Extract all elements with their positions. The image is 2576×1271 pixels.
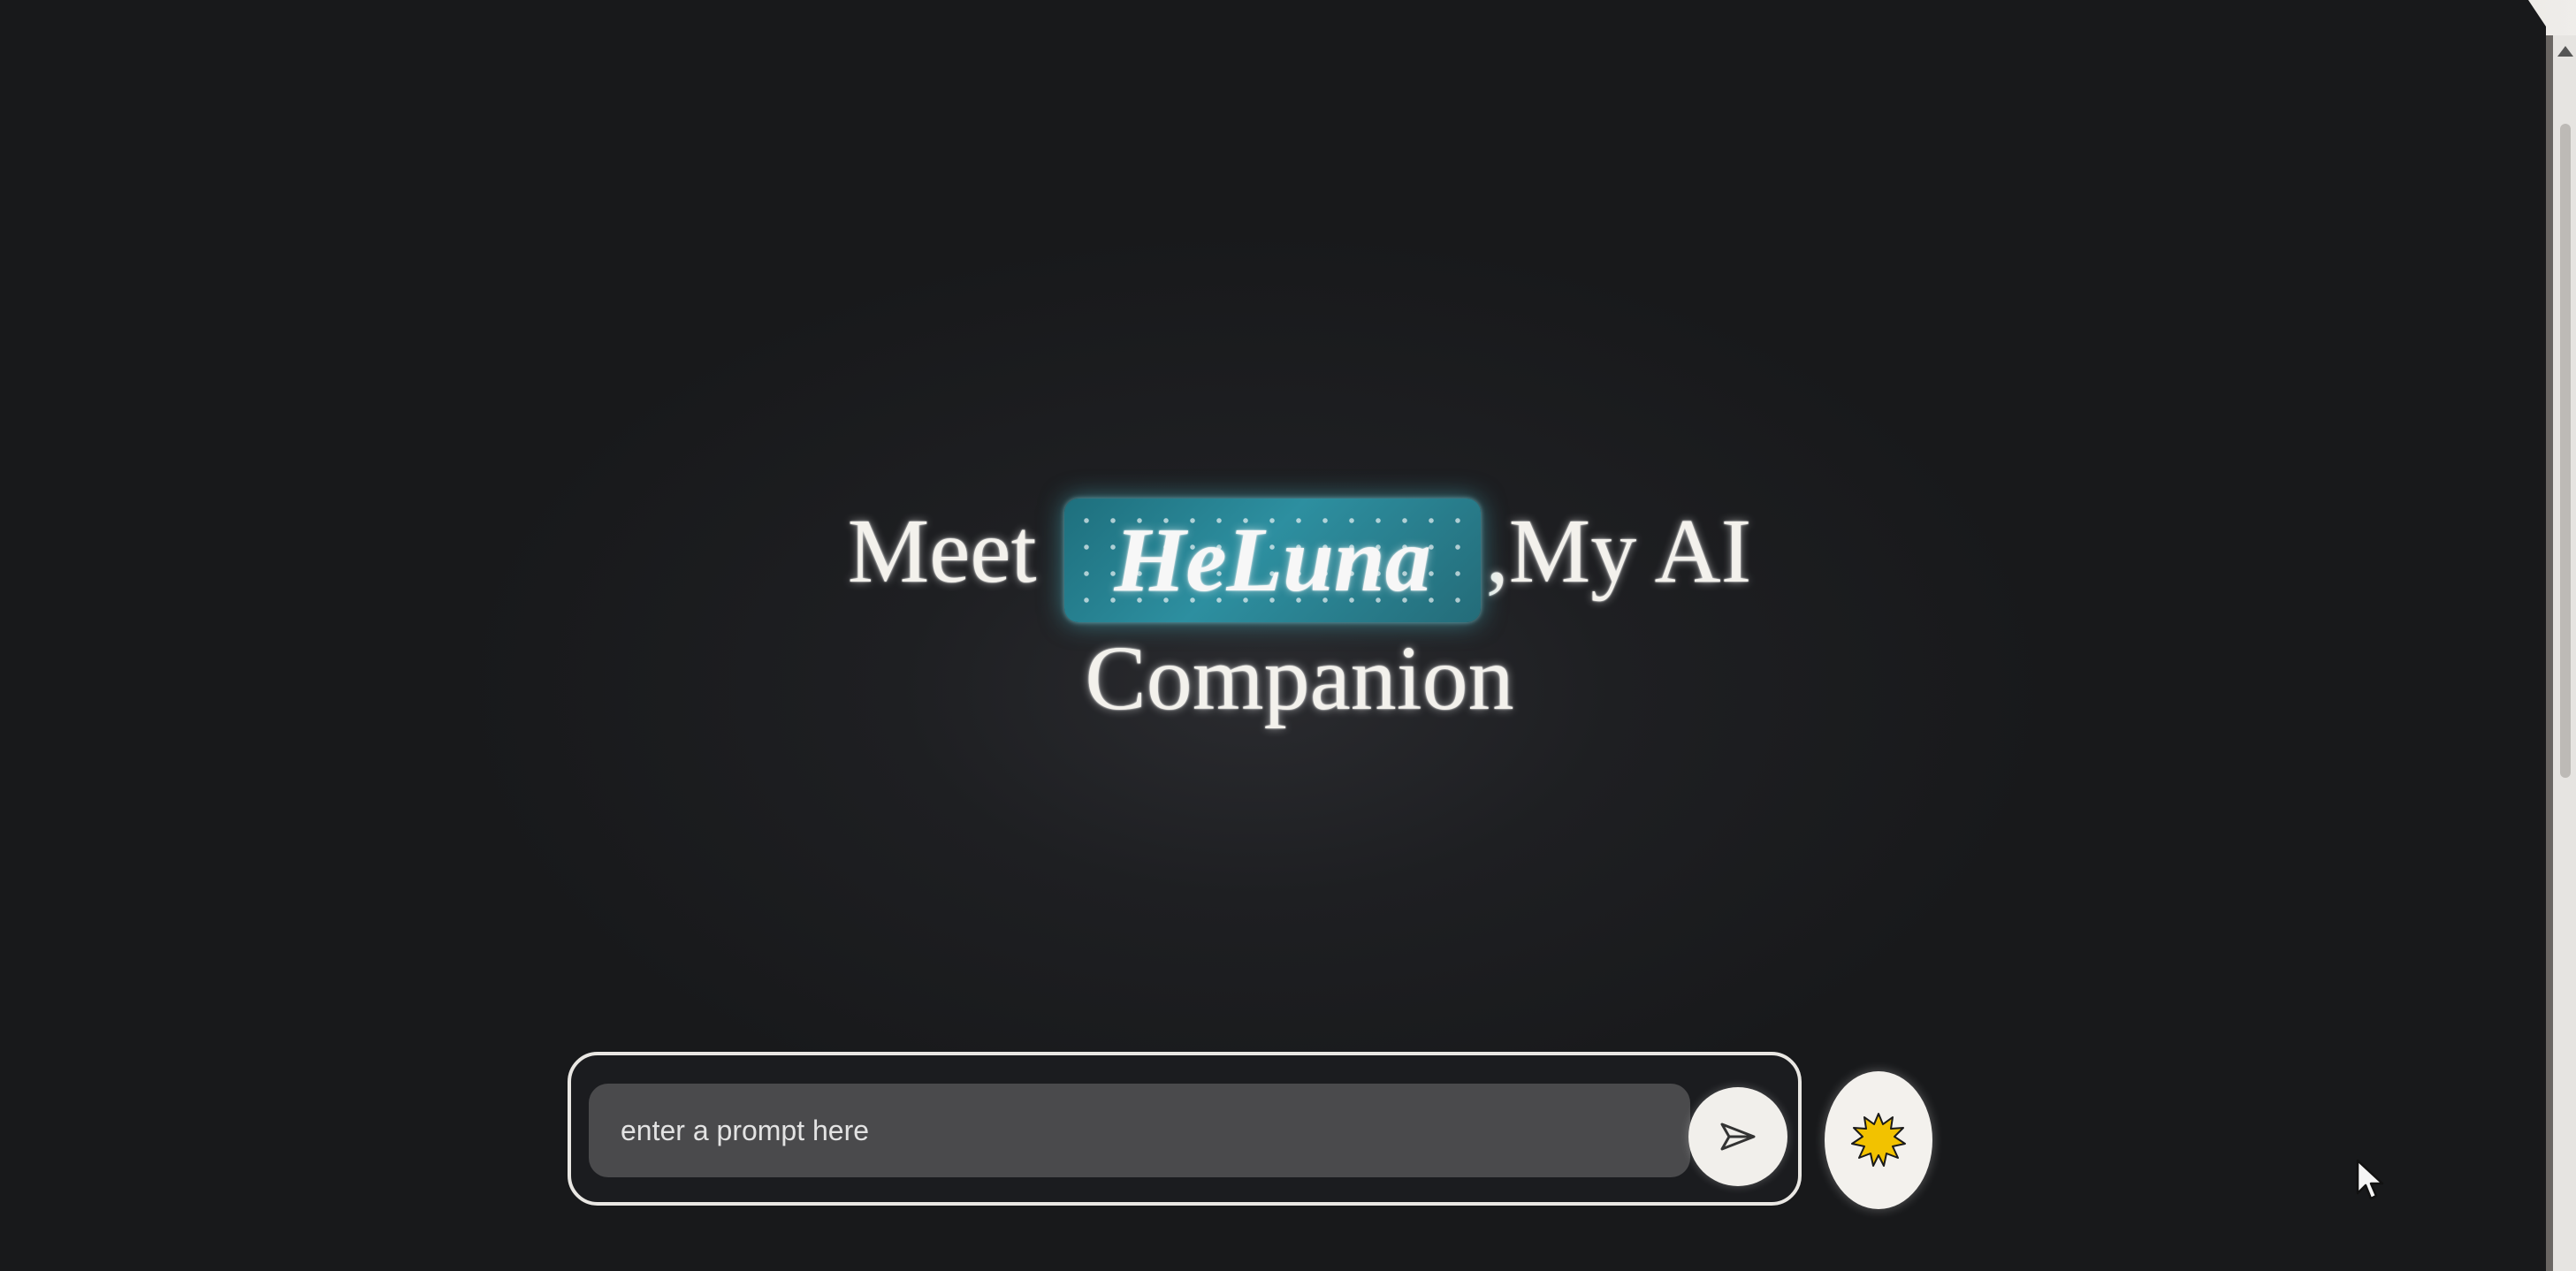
send-icon [1720, 1123, 1756, 1151]
companion-name-badge: HeLuna [1064, 499, 1481, 623]
prompt-input[interactable] [589, 1084, 1690, 1177]
scroll-up-arrow-icon[interactable] [2557, 46, 2573, 57]
mouse-pointer-icon [2356, 1159, 2384, 1200]
hero-line-1: Meet HeLuna ,My AI [796, 495, 1803, 623]
hero-line-2: Companion [1085, 628, 1514, 730]
companion-name: HeLuna [1114, 509, 1431, 612]
hero-prefix: Meet [847, 500, 1037, 602]
hero-headline: Meet HeLuna ,My AI Companion [796, 495, 1803, 735]
theme-toggle-button[interactable] [1825, 1071, 1932, 1209]
sun-icon [1851, 1113, 1906, 1167]
hero-suffix: ,My AI [1485, 500, 1752, 602]
send-button[interactable] [1688, 1087, 1787, 1186]
scrollbar-thumb[interactable] [2560, 124, 2571, 778]
